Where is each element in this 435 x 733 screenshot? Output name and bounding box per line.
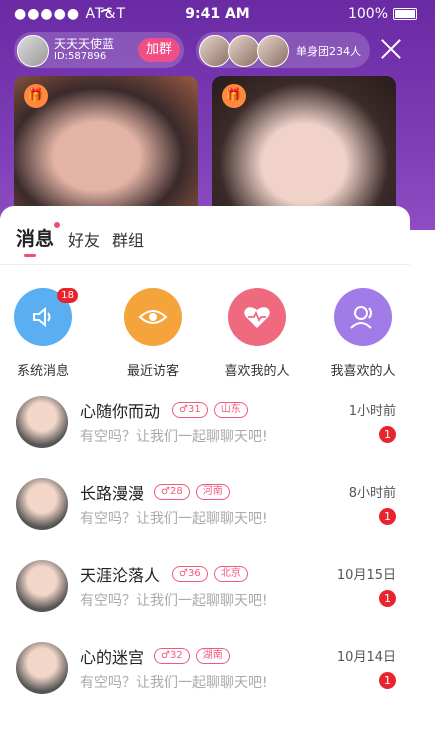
- shortcut-label: 最近访客: [126, 364, 179, 379]
- avatar[interactable]: [16, 396, 68, 448]
- live-photo-1[interactable]: 🎁: [14, 76, 198, 222]
- host-avatar[interactable]: [17, 35, 49, 67]
- avatar[interactable]: [16, 560, 68, 612]
- unread-badge: 1: [379, 672, 396, 689]
- contact-name: 长路漫漫: [80, 484, 145, 503]
- tab-groups[interactable]: 群组: [112, 227, 144, 251]
- unread-badge: 1: [379, 508, 396, 525]
- gender-age-tag: ♂31: [172, 402, 208, 418]
- battery-icon: [393, 8, 417, 20]
- contact-tags: ♂32 湖南: [154, 648, 230, 664]
- city-tag: 北京: [213, 566, 248, 582]
- message-sheet: 消息 好友 群组 18 系统消息 最近访客 喜欢我的人 我喜欢的人 心随你而动 …: [0, 206, 410, 733]
- shortcut-label: 我喜欢的人: [330, 364, 396, 379]
- contact-tags: ♂28 河南: [154, 484, 230, 500]
- battery-status: 100%: [348, 6, 417, 22]
- unread-badge: 1: [379, 426, 396, 443]
- tab-friends[interactable]: 好友: [68, 227, 100, 251]
- shortcut-likes-me[interactable]: 喜欢我的人: [207, 288, 307, 379]
- message-row[interactable]: 天涯沦落人 ♂36 北京 有空吗？让我们一起聊聊天吧! 10月15日 1: [0, 560, 410, 642]
- system-messages-badge: 18: [57, 288, 78, 303]
- member-avatar[interactable]: [257, 35, 289, 67]
- message-preview: 有空吗？让我们一起聊聊天吧!: [80, 675, 268, 691]
- gender-age-tag: ♂28: [154, 484, 190, 500]
- message-row[interactable]: 长路漫漫 ♂28 河南 有空吗？让我们一起聊聊天吧! 8小时前 1: [0, 478, 410, 560]
- contact-name: 心随你而动: [80, 402, 161, 421]
- message-preview: 有空吗？让我们一起聊聊天吧!: [80, 593, 268, 609]
- message-time: 8小时前: [348, 486, 396, 501]
- shortcut-grid: 18 系统消息 最近访客 喜欢我的人 我喜欢的人: [0, 288, 410, 388]
- tab-bar: 消息 好友 群组: [0, 206, 410, 265]
- city-tag: 河南: [195, 484, 230, 500]
- city-tag: 湖南: [195, 648, 230, 664]
- avatar[interactable]: [16, 478, 68, 530]
- contact-tags: ♂31 山东: [172, 402, 248, 418]
- live-room-header: ●●●●● AT&T 9:41 AM 100% 天天天使蓝 ID:587896 …: [0, 0, 435, 230]
- group-members[interactable]: 单身团234人: [196, 32, 370, 68]
- user-icon[interactable]: [334, 288, 392, 346]
- user-glyph: [350, 306, 372, 329]
- close-icon[interactable]: [378, 36, 404, 62]
- unread-badge: 1: [379, 590, 396, 607]
- tab-underline: [24, 254, 36, 257]
- message-time: 1小时前: [348, 404, 396, 419]
- group-count: 单身团234人: [296, 45, 361, 58]
- join-group-button[interactable]: 加群: [138, 38, 180, 62]
- gender-age-tag: ♂32: [154, 648, 190, 664]
- live-photo-2[interactable]: 🎁: [212, 76, 396, 222]
- city-tag: 山东: [213, 402, 248, 418]
- host-name: 天天天使蓝: [54, 37, 115, 51]
- member-avatar[interactable]: [228, 35, 260, 67]
- eye-glyph: [138, 310, 168, 324]
- tab-unread-dot: [54, 222, 60, 228]
- shortcut-recent-visitors[interactable]: 最近访客: [103, 288, 203, 379]
- tab-messages[interactable]: 消息: [16, 224, 54, 251]
- heart-pulse-icon[interactable]: [228, 288, 286, 346]
- speaker-glyph: [33, 306, 51, 328]
- message-time: 10月15日: [336, 568, 396, 583]
- contact-tags: ♂36 北京: [172, 566, 248, 582]
- status-bar: ●●●●● AT&T 9:41 AM 100%: [0, 0, 435, 28]
- speaker-icon[interactable]: 18: [14, 288, 78, 346]
- shortcut-label: 系统消息: [16, 364, 69, 379]
- gift-icon[interactable]: 🎁: [24, 84, 48, 108]
- shortcut-label: 喜欢我的人: [224, 364, 290, 379]
- message-preview: 有空吗？让我们一起聊聊天吧!: [80, 511, 268, 527]
- heart-glyph: [244, 307, 270, 328]
- avatar[interactable]: [16, 642, 68, 694]
- gift-icon[interactable]: 🎁: [222, 84, 246, 108]
- contact-name: 天涯沦落人: [80, 566, 161, 585]
- contact-name: 心的迷宫: [80, 648, 145, 667]
- message-preview: 有空吗？让我们一起聊聊天吧!: [80, 429, 268, 445]
- message-row[interactable]: 心的迷宫 ♂32 湖南 有空吗？让我们一起聊聊天吧! 10月14日 1: [0, 642, 410, 724]
- gender-age-tag: ♂36: [172, 566, 208, 582]
- member-avatar[interactable]: [199, 35, 231, 67]
- host-id: ID:587896: [54, 51, 107, 62]
- battery-percent: 100%: [347, 6, 388, 22]
- message-time: 10月14日: [336, 650, 396, 665]
- eye-icon[interactable]: [124, 288, 182, 346]
- host-card[interactable]: 天天天使蓝 ID:587896 加群: [14, 32, 184, 68]
- shortcut-system-messages[interactable]: 18 系统消息: [0, 288, 93, 379]
- shortcut-i-like[interactable]: 我喜欢的人: [313, 288, 413, 379]
- message-row[interactable]: 心随你而动 ♂31 山东 有空吗？让我们一起聊聊天吧! 1小时前 1: [0, 396, 410, 478]
